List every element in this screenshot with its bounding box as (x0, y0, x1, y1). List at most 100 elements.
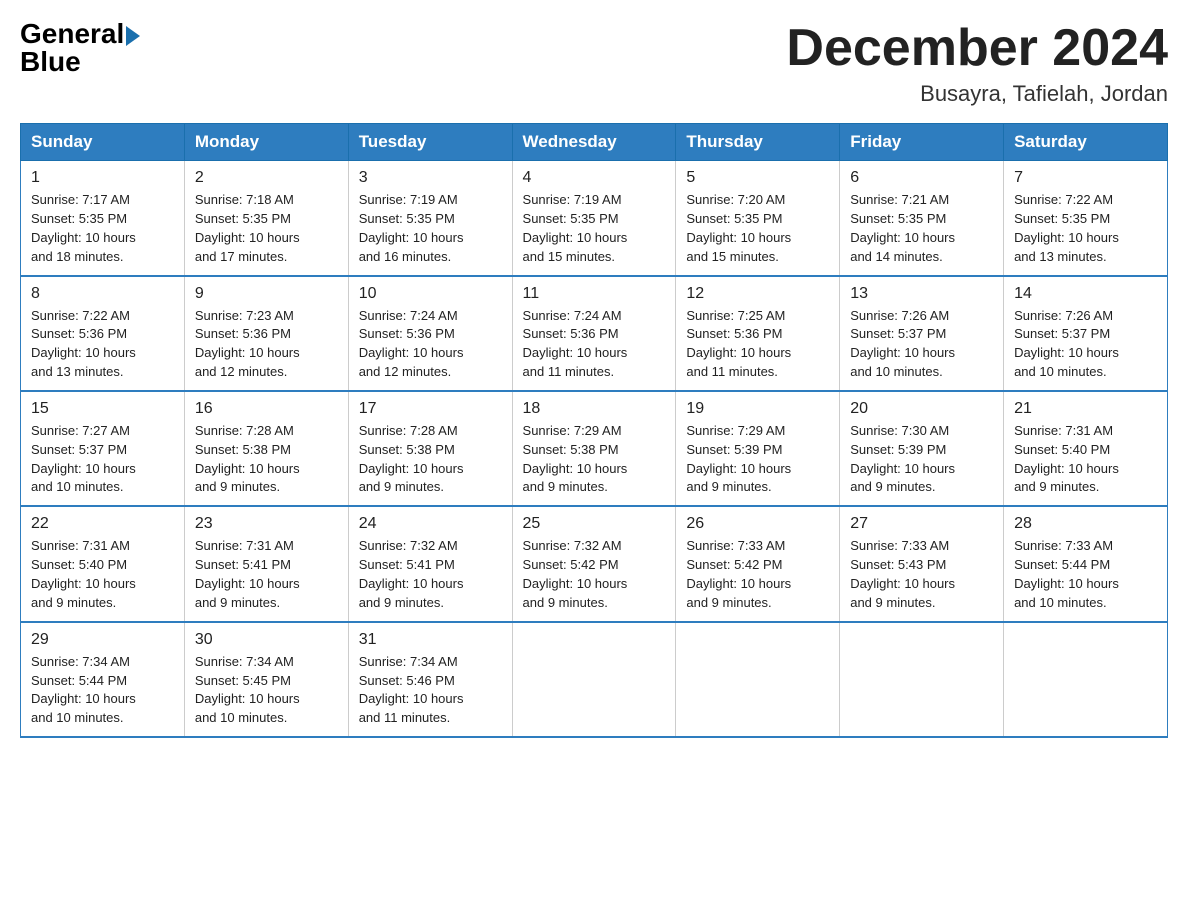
day-number: 19 (686, 400, 829, 418)
day-number: 15 (31, 400, 174, 418)
day-info: Sunrise: 7:34 AMSunset: 5:46 PMDaylight:… (359, 653, 502, 728)
day-number: 10 (359, 285, 502, 303)
day-info: Sunrise: 7:23 AMSunset: 5:36 PMDaylight:… (195, 307, 338, 382)
day-number: 22 (31, 515, 174, 533)
col-wednesday: Wednesday (512, 124, 676, 161)
day-number: 11 (523, 285, 666, 303)
day-cell-w5-d2: 30 Sunrise: 7:34 AMSunset: 5:45 PMDayligh… (184, 622, 348, 737)
day-number: 3 (359, 169, 502, 187)
day-number: 24 (359, 515, 502, 533)
location: Busayra, Tafielah, Jordan (786, 81, 1168, 107)
day-cell-w2-d1: 8 Sunrise: 7:22 AMSunset: 5:36 PMDaylight… (21, 276, 185, 391)
day-cell-w3-d6: 20Sunrise: 7:30 AMSunset: 5:39 PMDayligh… (840, 391, 1004, 506)
day-cell-w3-d7: 21Sunrise: 7:31 AMSunset: 5:40 PMDayligh… (1004, 391, 1168, 506)
day-number: 12 (686, 285, 829, 303)
col-tuesday: Tuesday (348, 124, 512, 161)
day-number: 16 (195, 400, 338, 418)
day-cell-w4-d7: 28 Sunrise: 7:33 AMSunset: 5:44 PMDayligh… (1004, 506, 1168, 621)
day-cell-w1-d7: 7 Sunrise: 7:22 AMSunset: 5:35 PMDaylight… (1004, 161, 1168, 276)
day-info: Sunrise: 7:31 AMSunset: 5:40 PMDaylight:… (31, 537, 174, 612)
page-header: General Blue December 2024 Busayra, Tafi… (20, 20, 1168, 107)
day-cell-w5-d6 (840, 622, 1004, 737)
day-info: Sunrise: 7:33 AMSunset: 5:44 PMDaylight:… (1014, 537, 1157, 612)
col-monday: Monday (184, 124, 348, 161)
day-cell-w2-d2: 9Sunrise: 7:23 AMSunset: 5:36 PMDaylight… (184, 276, 348, 391)
day-info: Sunrise: 7:22 AMSunset: 5:35 PMDaylight:… (1014, 191, 1157, 266)
week-row-3: 15 Sunrise: 7:27 AMSunset: 5:37 PMDayligh… (21, 391, 1168, 506)
day-number: 13 (850, 285, 993, 303)
logo: General Blue (20, 20, 140, 76)
day-info: Sunrise: 7:28 AMSunset: 5:38 PMDaylight:… (195, 422, 338, 497)
day-info: Sunrise: 7:19 AMSunset: 5:35 PMDaylight:… (359, 191, 502, 266)
day-cell-w4-d6: 27Sunrise: 7:33 AMSunset: 5:43 PMDayligh… (840, 506, 1004, 621)
day-cell-w2-d7: 14 Sunrise: 7:26 AMSunset: 5:37 PMDayligh… (1004, 276, 1168, 391)
day-cell-w4-d1: 22 Sunrise: 7:31 AMSunset: 5:40 PMDayligh… (21, 506, 185, 621)
day-cell-w1-d1: 1 Sunrise: 7:17 AMSunset: 5:35 PMDaylight… (21, 161, 185, 276)
logo-blue: Blue (20, 48, 140, 76)
day-info: Sunrise: 7:30 AMSunset: 5:39 PMDaylight:… (850, 422, 993, 497)
day-cell-w5-d1: 29Sunrise: 7:34 AMSunset: 5:44 PMDayligh… (21, 622, 185, 737)
day-number: 28 (1014, 515, 1157, 533)
day-number: 1 (31, 169, 174, 187)
week-row-1: 1 Sunrise: 7:17 AMSunset: 5:35 PMDaylight… (21, 161, 1168, 276)
day-cell-w5-d5 (676, 622, 840, 737)
week-row-2: 8 Sunrise: 7:22 AMSunset: 5:36 PMDaylight… (21, 276, 1168, 391)
day-number: 4 (523, 169, 666, 187)
day-number: 30 (195, 631, 338, 649)
day-cell-w4-d5: 26 Sunrise: 7:33 AMSunset: 5:42 PMDayligh… (676, 506, 840, 621)
day-cell-w1-d5: 5Sunrise: 7:20 AMSunset: 5:35 PMDaylight… (676, 161, 840, 276)
day-number: 26 (686, 515, 829, 533)
day-info: Sunrise: 7:32 AMSunset: 5:42 PMDaylight:… (523, 537, 666, 612)
logo-arrow-icon (126, 26, 140, 46)
day-cell-w5-d4 (512, 622, 676, 737)
day-info: Sunrise: 7:29 AMSunset: 5:38 PMDaylight:… (523, 422, 666, 497)
week-row-5: 29Sunrise: 7:34 AMSunset: 5:44 PMDayligh… (21, 622, 1168, 737)
day-number: 5 (686, 169, 829, 187)
day-info: Sunrise: 7:33 AMSunset: 5:43 PMDaylight:… (850, 537, 993, 612)
day-cell-w4-d4: 25 Sunrise: 7:32 AMSunset: 5:42 PMDayligh… (512, 506, 676, 621)
title-block: December 2024 Busayra, Tafielah, Jordan (786, 20, 1168, 107)
day-cell-w3-d1: 15 Sunrise: 7:27 AMSunset: 5:37 PMDayligh… (21, 391, 185, 506)
day-info: Sunrise: 7:26 AMSunset: 5:37 PMDaylight:… (1014, 307, 1157, 382)
col-saturday: Saturday (1004, 124, 1168, 161)
day-number: 6 (850, 169, 993, 187)
day-info: Sunrise: 7:34 AMSunset: 5:45 PMDaylight:… (195, 653, 338, 728)
day-number: 2 (195, 169, 338, 187)
day-cell-w3-d5: 19 Sunrise: 7:29 AMSunset: 5:39 PMDayligh… (676, 391, 840, 506)
week-row-4: 22 Sunrise: 7:31 AMSunset: 5:40 PMDayligh… (21, 506, 1168, 621)
day-info: Sunrise: 7:25 AMSunset: 5:36 PMDaylight:… (686, 307, 829, 382)
day-number: 21 (1014, 400, 1157, 418)
day-info: Sunrise: 7:24 AMSunset: 5:36 PMDaylight:… (359, 307, 502, 382)
day-info: Sunrise: 7:17 AMSunset: 5:35 PMDaylight:… (31, 191, 174, 266)
day-cell-w4-d2: 23Sunrise: 7:31 AMSunset: 5:41 PMDayligh… (184, 506, 348, 621)
day-info: Sunrise: 7:28 AMSunset: 5:38 PMDaylight:… (359, 422, 502, 497)
day-info: Sunrise: 7:22 AMSunset: 5:36 PMDaylight:… (31, 307, 174, 382)
col-sunday: Sunday (21, 124, 185, 161)
day-number: 25 (523, 515, 666, 533)
day-cell-w2-d6: 13 Sunrise: 7:26 AMSunset: 5:37 PMDayligh… (840, 276, 1004, 391)
day-number: 7 (1014, 169, 1157, 187)
calendar-header-row: Sunday Monday Tuesday Wednesday Thursday… (21, 124, 1168, 161)
day-cell-w4-d3: 24 Sunrise: 7:32 AMSunset: 5:41 PMDayligh… (348, 506, 512, 621)
day-info: Sunrise: 7:26 AMSunset: 5:37 PMDaylight:… (850, 307, 993, 382)
day-cell-w2-d3: 10 Sunrise: 7:24 AMSunset: 5:36 PMDayligh… (348, 276, 512, 391)
day-cell-w2-d4: 11Sunrise: 7:24 AMSunset: 5:36 PMDayligh… (512, 276, 676, 391)
day-cell-w3-d4: 18 Sunrise: 7:29 AMSunset: 5:38 PMDayligh… (512, 391, 676, 506)
day-number: 31 (359, 631, 502, 649)
day-cell-w3-d3: 17Sunrise: 7:28 AMSunset: 5:38 PMDayligh… (348, 391, 512, 506)
day-number: 14 (1014, 285, 1157, 303)
col-thursday: Thursday (676, 124, 840, 161)
day-info: Sunrise: 7:33 AMSunset: 5:42 PMDaylight:… (686, 537, 829, 612)
day-cell-w1-d6: 6Sunrise: 7:21 AMSunset: 5:35 PMDaylight… (840, 161, 1004, 276)
day-number: 18 (523, 400, 666, 418)
logo-general: General (20, 20, 124, 48)
day-info: Sunrise: 7:32 AMSunset: 5:41 PMDaylight:… (359, 537, 502, 612)
day-info: Sunrise: 7:27 AMSunset: 5:37 PMDaylight:… (31, 422, 174, 497)
day-number: 23 (195, 515, 338, 533)
day-info: Sunrise: 7:18 AMSunset: 5:35 PMDaylight:… (195, 191, 338, 266)
day-cell-w1-d3: 3 Sunrise: 7:19 AMSunset: 5:35 PMDaylight… (348, 161, 512, 276)
day-cell-w3-d2: 16 Sunrise: 7:28 AMSunset: 5:38 PMDayligh… (184, 391, 348, 506)
day-number: 8 (31, 285, 174, 303)
day-cell-w1-d2: 2 Sunrise: 7:18 AMSunset: 5:35 PMDaylight… (184, 161, 348, 276)
day-info: Sunrise: 7:29 AMSunset: 5:39 PMDaylight:… (686, 422, 829, 497)
